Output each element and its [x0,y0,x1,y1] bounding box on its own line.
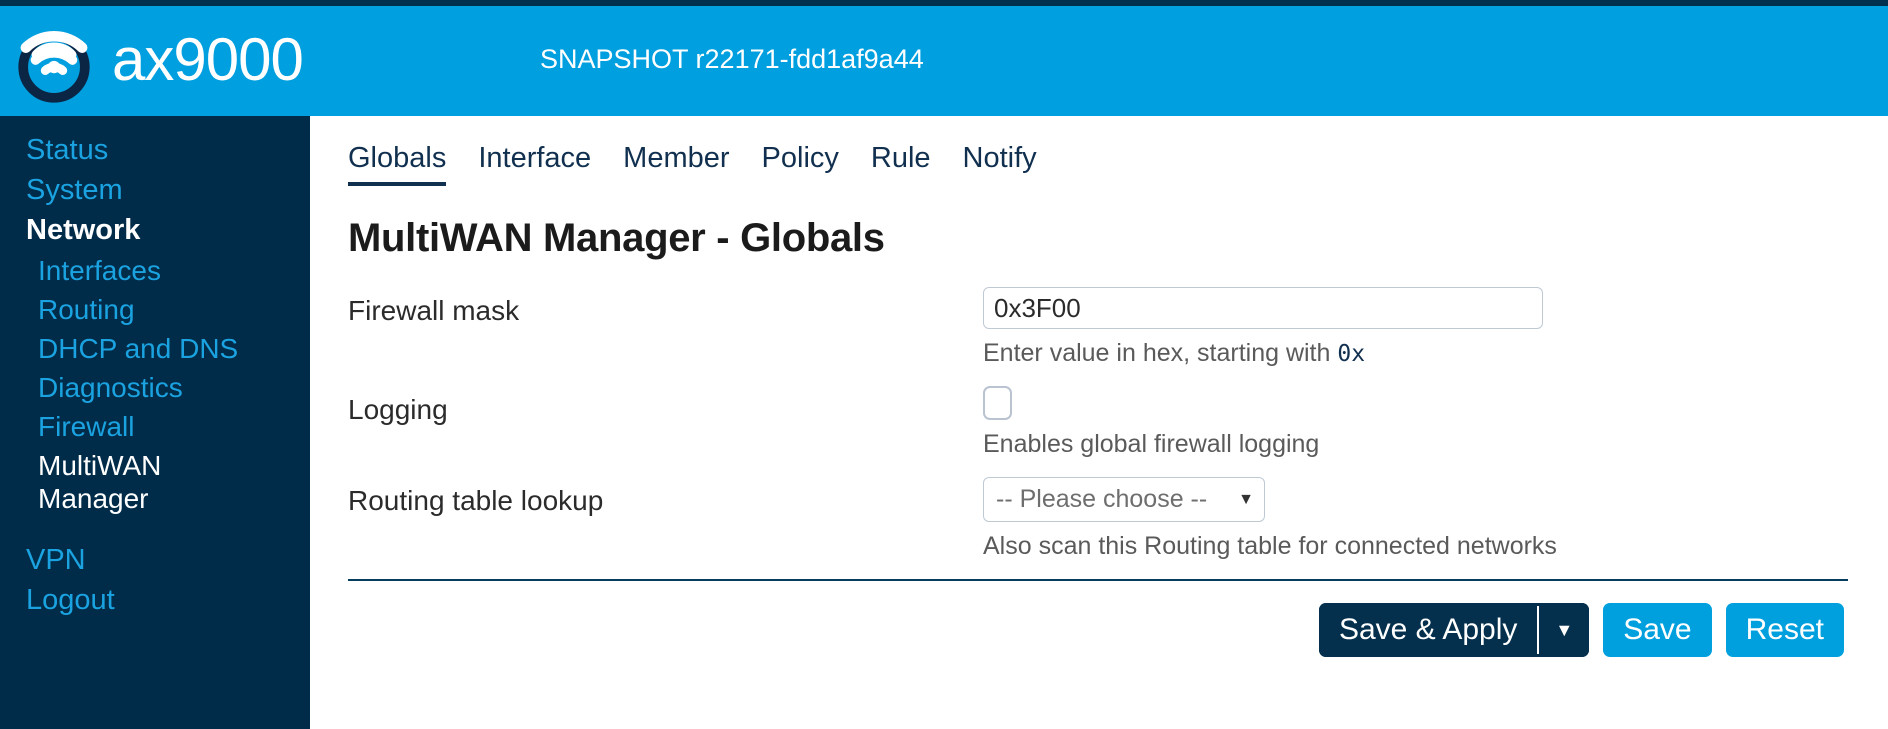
tab-bar: Globals Interface Member Policy Rule Not… [338,138,1858,186]
routing-table-lookup-label: Routing table lookup [348,485,604,516]
sidebar-item-interfaces[interactable]: Interfaces [0,251,310,290]
sidebar: Status System Network Interfaces Routing… [0,116,310,729]
routing-table-lookup-field: -- Please choose -- ▼ Also scan this Rou… [983,477,1858,561]
form-row-logging: Logging Enables global firewall logging [348,386,1858,459]
tab-notify[interactable]: Notify [963,142,1037,186]
save-and-apply-button[interactable]: Save & Apply [1318,603,1538,657]
routing-table-lookup-hint: Also scan this Routing table for connect… [983,532,1557,560]
form-row-firewall-mask: Firewall mask Enter value in hex, starti… [348,287,1858,368]
sidebar-item-diagnostics[interactable]: Diagnostics [0,368,310,407]
routing-table-lookup-selected-value: -- Please choose -- [996,485,1208,513]
logging-hint: Enables global firewall logging [983,430,1320,458]
chevron-down-icon: ▼ [1238,490,1254,508]
sidebar-item-status[interactable]: Status [0,130,310,170]
sidebar-item-vpn[interactable]: VPN [0,540,310,580]
tab-member[interactable]: Member [623,142,729,186]
sidebar-item-network[interactable]: Network [0,210,310,250]
save-button[interactable]: Save [1603,603,1712,657]
form-row-routing-table-lookup: Routing table lookup -- Please choose --… [348,477,1858,561]
sidebar-item-multiwan-manager[interactable]: MultiWAN Manager [0,446,250,518]
logging-label: Logging [348,394,448,425]
reset-button[interactable]: Reset [1725,603,1844,657]
page-title: MultiWAN Manager - Globals [348,216,885,260]
tab-globals[interactable]: Globals [348,142,447,186]
logging-field: Enables global firewall logging [983,386,1858,459]
form-divider [348,579,1848,581]
firewall-mask-label: Firewall mask [348,295,520,326]
form-actions: Save & Apply ▼ Save Reset [338,603,1858,657]
page-root: ax9000 SNAPSHOT r22171-fdd1af9a44 Status… [0,0,1888,729]
brand[interactable]: ax9000 [6,10,304,110]
firewall-mask-input[interactable] [983,287,1543,329]
save-and-apply-dropdown-chevron-down-icon[interactable]: ▼ [1539,603,1590,657]
sidebar-item-system[interactable]: System [0,170,310,210]
firewall-mask-field: Enter value in hex, starting with 0x [983,287,1858,368]
sidebar-item-routing[interactable]: Routing [0,290,310,329]
tab-rule[interactable]: Rule [871,142,931,186]
logging-checkbox[interactable] [983,386,1012,420]
sidebar-item-logout[interactable]: Logout [0,580,310,620]
wifi-signal-icon [10,16,98,104]
tab-interface[interactable]: Interface [478,142,591,186]
tab-policy[interactable]: Policy [762,142,839,186]
brand-name: ax9000 [112,26,304,93]
main-content: Globals Interface Member Policy Rule Not… [310,116,1888,729]
routing-table-lookup-select[interactable]: -- Please choose -- ▼ [983,477,1265,522]
firmware-version: SNAPSHOT r22171-fdd1af9a44 [540,44,924,74]
sidebar-item-dhcp-and-dns[interactable]: DHCP and DNS [0,329,310,368]
firewall-mask-hint-text: Enter value in hex, starting with [983,339,1338,367]
save-and-apply-split-button: Save & Apply ▼ [1318,603,1590,657]
globals-form: Firewall mask Enter value in hex, starti… [338,287,1858,561]
firewall-mask-hint-code: 0x [1337,341,1366,367]
firewall-mask-hint: Enter value in hex, starting with 0x [983,339,1858,368]
app-header: ax9000 SNAPSHOT r22171-fdd1af9a44 [0,6,1888,116]
sidebar-item-firewall[interactable]: Firewall [0,407,310,446]
